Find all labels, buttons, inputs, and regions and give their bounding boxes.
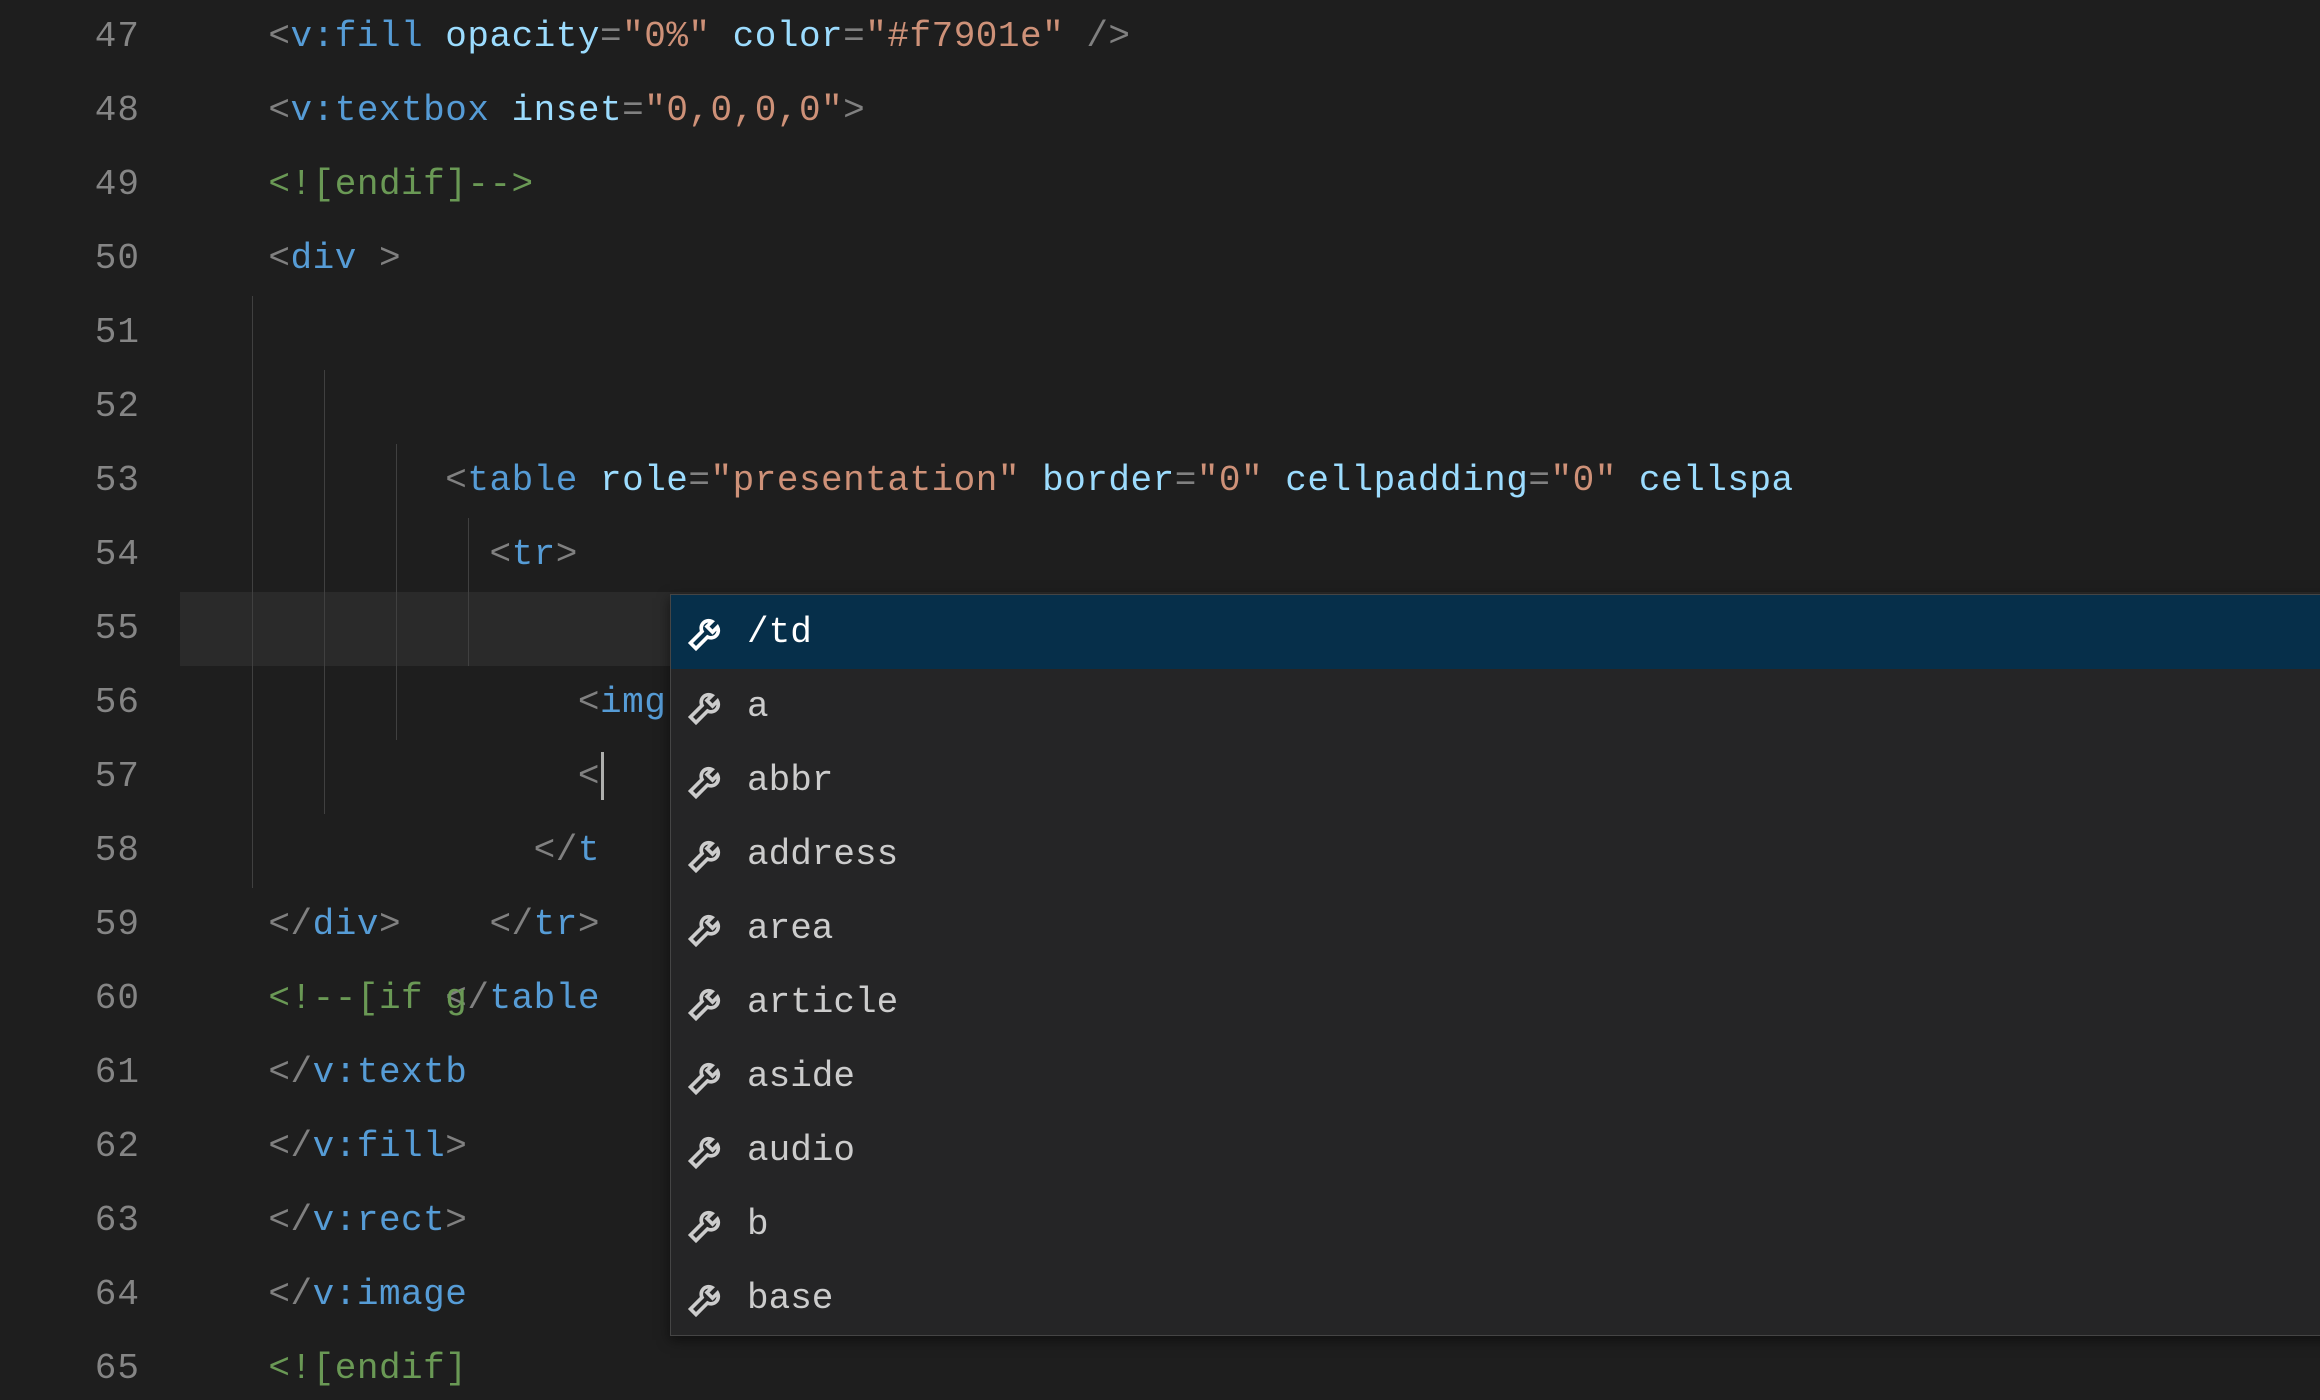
suggestion-item[interactable]: b — [671, 1187, 2320, 1261]
line-number: 65 — [0, 1332, 180, 1400]
tag-name: v:textb — [313, 1052, 468, 1093]
comment: <![endif] — [268, 1348, 467, 1389]
code-line[interactable]: <img style="width: 140px; height: 103px;… — [180, 518, 2320, 592]
suggestion-label: b — [747, 1204, 769, 1245]
wrench-icon — [685, 906, 729, 950]
line-number: 56 — [0, 666, 180, 740]
suggestion-item[interactable]: article — [671, 965, 2320, 1039]
wrench-icon — [685, 1054, 729, 1098]
tag-name: div — [291, 238, 357, 279]
code-area[interactable]: <v:fill opacity="0%" color="#f7901e" /> … — [180, 0, 2320, 1400]
wrench-icon — [685, 980, 729, 1024]
line-number: 60 — [0, 962, 180, 1036]
tag-name: v:image — [313, 1274, 468, 1315]
tag-name: v:rect — [313, 1200, 446, 1241]
line-number: 57 — [0, 740, 180, 814]
line-number: 50 — [0, 222, 180, 296]
line-number: 62 — [0, 1110, 180, 1184]
tag-name: v:textbox — [291, 90, 490, 131]
autocomplete-popup[interactable]: /td a abbr address area article — [670, 594, 2320, 1336]
wrench-icon — [685, 832, 729, 876]
line-number: 58 — [0, 814, 180, 888]
suggestion-label: a — [747, 686, 769, 727]
wrench-icon — [685, 1276, 729, 1320]
suggestion-label: /td — [747, 612, 812, 653]
line-number: 53 — [0, 444, 180, 518]
code-line[interactable]: <![endif]--> — [180, 148, 2320, 222]
line-number-gutter: 47 48 49 50 51 52 53 54 55 56 57 58 59 6… — [0, 0, 180, 1400]
line-number: 47 — [0, 0, 180, 74]
comment: <!--[if g — [268, 978, 467, 1019]
suggestion-label: aside — [747, 1056, 855, 1097]
suggestion-item[interactable]: address — [671, 817, 2320, 891]
bracket: /> — [1086, 16, 1130, 57]
line-number: 55 — [0, 592, 180, 666]
code-line[interactable]: <![endif] — [180, 1332, 2320, 1400]
code-line[interactable]: <v:fill opacity="0%" color="#f7901e" /> — [180, 0, 2320, 74]
line-number: 52 — [0, 370, 180, 444]
attr-name: inset — [512, 90, 623, 131]
code-line[interactable]: <td style="text-align: center; padding: … — [180, 444, 2320, 518]
suggestion-label: address — [747, 834, 898, 875]
suggestion-item[interactable]: a — [671, 669, 2320, 743]
tag-name: v:fill — [313, 1126, 446, 1167]
line-number: 48 — [0, 74, 180, 148]
suggestion-label: abbr — [747, 760, 833, 801]
suggestion-label: audio — [747, 1130, 855, 1171]
wrench-icon — [685, 1128, 729, 1172]
tag-name: div — [313, 904, 379, 945]
wrench-icon — [685, 684, 729, 728]
bracket: < — [268, 16, 290, 57]
line-number: 59 — [0, 888, 180, 962]
suggestion-label: area — [747, 908, 833, 949]
suggestion-label: article — [747, 982, 898, 1023]
suggestion-item[interactable]: base — [671, 1261, 2320, 1335]
suggestion-item[interactable]: aside — [671, 1039, 2320, 1113]
suggestion-item[interactable]: abbr — [671, 743, 2320, 817]
indent — [180, 16, 268, 57]
attr-value: "0%" — [622, 16, 710, 57]
line-number: 63 — [0, 1184, 180, 1258]
attr-value: "0,0,0,0" — [644, 90, 843, 131]
attr-name: color — [733, 16, 844, 57]
code-line[interactable]: <tr> — [180, 370, 2320, 444]
tag-name: v:fill — [291, 16, 424, 57]
suggestion-item[interactable]: audio — [671, 1113, 2320, 1187]
attr-value: "#f7901e" — [865, 16, 1064, 57]
wrench-icon — [685, 758, 729, 802]
code-editor[interactable]: 47 48 49 50 51 52 53 54 55 56 57 58 59 6… — [0, 0, 2320, 1400]
suggestion-item[interactable]: /td — [671, 595, 2320, 669]
attr-name: opacity — [445, 16, 600, 57]
comment: <![endif]--> — [268, 164, 533, 205]
line-number: 49 — [0, 148, 180, 222]
code-line[interactable]: <div > — [180, 222, 2320, 296]
code-line[interactable]: <table role="presentation" border="0" ce… — [180, 296, 2320, 370]
wrench-icon — [685, 610, 729, 654]
code-line[interactable]: <v:textbox inset="0,0,0,0"> — [180, 74, 2320, 148]
line-number: 54 — [0, 518, 180, 592]
line-number: 51 — [0, 296, 180, 370]
suggestion-item[interactable]: area — [671, 891, 2320, 965]
suggestion-label: base — [747, 1278, 833, 1319]
wrench-icon — [685, 1202, 729, 1246]
line-number: 64 — [0, 1258, 180, 1332]
line-number: 61 — [0, 1036, 180, 1110]
